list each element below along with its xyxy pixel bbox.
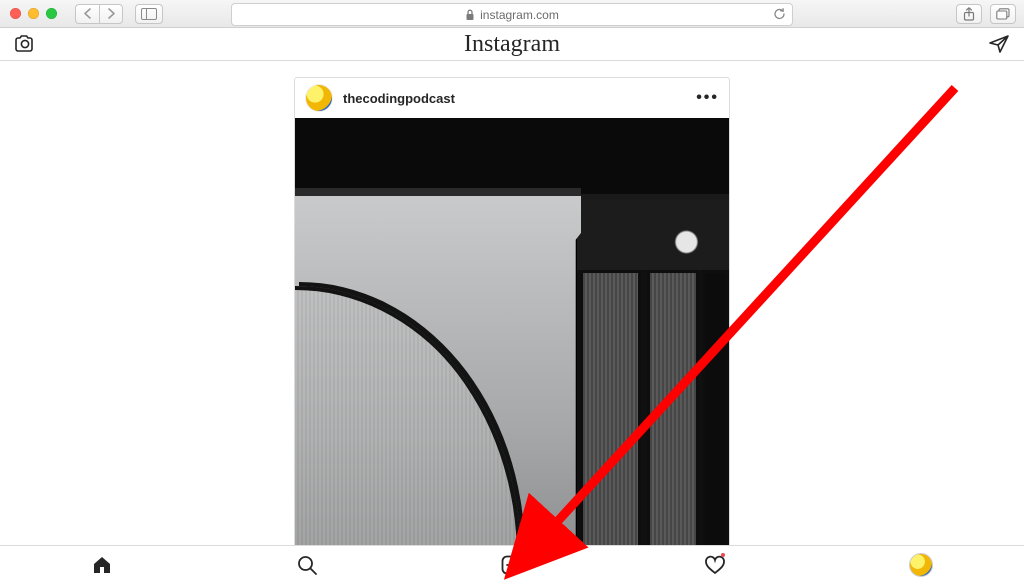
nav-new-post-button[interactable] [500,554,522,576]
post-header: thecodingpodcast ••• [295,78,729,118]
post-card: thecodingpodcast ••• [294,77,730,547]
toolbar-right [956,4,1016,24]
share-icon [963,7,975,21]
browser-toolbar: instagram.com [0,0,1024,28]
nav-search-button[interactable] [296,554,318,576]
plus-square-icon [500,554,522,576]
profile-avatar-icon [909,553,933,577]
camera-button[interactable] [14,34,36,54]
direct-messages-button[interactable] [988,34,1010,54]
close-window-button[interactable] [10,8,21,19]
paper-plane-icon [988,34,1010,54]
camera-icon [14,34,36,54]
post-image[interactable] [295,118,729,547]
app-header: Instagram [0,28,1024,61]
notification-dot [721,553,725,557]
address-bar[interactable]: instagram.com [231,3,793,26]
reload-button[interactable] [773,7,786,21]
sidebar-icon [141,8,157,20]
chevron-right-icon [107,8,116,19]
post-avatar[interactable] [305,84,333,112]
window-controls [10,8,57,19]
heart-icon [704,554,726,576]
lock-icon [465,9,475,21]
home-icon [91,554,113,576]
nav-home-button[interactable] [91,554,113,576]
share-button[interactable] [956,4,982,24]
nav-activity-button[interactable] [704,554,726,576]
app-logo[interactable]: Instagram [464,31,560,58]
tabs-button[interactable] [990,4,1016,24]
post-more-button[interactable]: ••• [696,89,719,107]
sidebar-toggle-group [135,4,163,24]
tabs-icon [996,8,1010,20]
post-username[interactable]: thecodingpodcast [343,91,455,106]
reload-icon [773,7,786,21]
sidebar-toggle-button[interactable] [135,4,163,24]
bottom-nav [0,545,1024,584]
zoom-window-button[interactable] [46,8,57,19]
feed: thecodingpodcast ••• [0,61,1024,547]
nav-profile-button[interactable] [909,553,933,577]
search-icon [296,554,318,576]
nav-back-forward [75,4,123,24]
forward-button[interactable] [99,4,123,24]
minimize-window-button[interactable] [28,8,39,19]
decorative-scene [577,194,729,547]
url-host: instagram.com [480,8,559,22]
back-button[interactable] [75,4,99,24]
chevron-left-icon [83,8,92,19]
